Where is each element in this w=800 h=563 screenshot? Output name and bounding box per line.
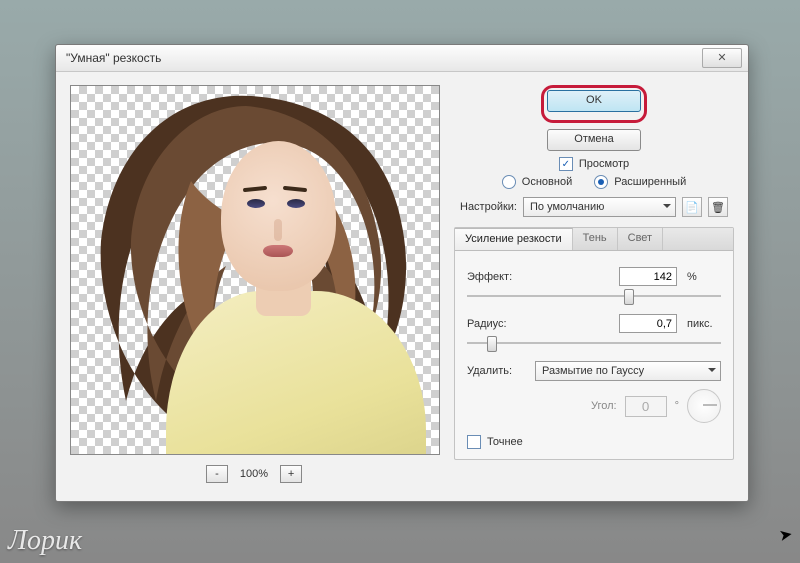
tab-bar: Усиление резкости Тень Свет	[455, 228, 733, 251]
remove-label: Удалить:	[467, 365, 525, 377]
close-icon: ✕	[717, 45, 726, 71]
preview-checkbox[interactable]: ✓	[559, 157, 573, 171]
amount-slider[interactable]	[467, 288, 721, 304]
close-button[interactable]: ✕	[702, 48, 742, 68]
face-shape	[221, 141, 336, 291]
portrait-image	[71, 86, 439, 454]
zoom-value: 100%	[240, 468, 268, 480]
trash-icon: 🗑	[711, 201, 725, 214]
settings-select[interactable]: По умолчанию	[523, 197, 676, 217]
amount-row: Эффект: %	[467, 267, 721, 286]
zoom-in-button[interactable]: +	[280, 465, 302, 483]
cancel-button[interactable]: Отмена	[547, 129, 641, 151]
watermark: Лорик	[8, 525, 82, 557]
radius-slider[interactable]	[467, 335, 721, 351]
ok-highlight: OK	[541, 85, 647, 123]
angle-dial	[687, 389, 721, 423]
mode-basic-label: Основной	[522, 176, 572, 188]
mode-basic-radio[interactable]	[502, 175, 516, 189]
tab-shadow[interactable]: Тень	[573, 228, 618, 250]
tab-pane: Эффект: % Радиус: пикс.	[455, 251, 733, 459]
settings-label: Настройки:	[460, 201, 517, 213]
ok-button[interactable]: OK	[547, 90, 641, 112]
plus-icon: +	[288, 468, 294, 480]
remove-value: Размытие по Гауссу	[542, 365, 644, 377]
zoom-controls: - 100% +	[70, 463, 438, 485]
angle-unit: °	[675, 400, 679, 412]
cursor-icon: ➤	[777, 524, 794, 546]
delete-preset-button[interactable]: 🗑	[708, 197, 728, 217]
controls-panel: OK Отмена ✓ Просмотр Основной Расширенны…	[454, 85, 734, 460]
radius-row: Радиус: пикс.	[467, 314, 721, 333]
zoom-out-button[interactable]: -	[206, 465, 228, 483]
tab-highlight[interactable]: Свет	[618, 228, 663, 250]
amount-unit: %	[687, 271, 721, 283]
settings-row: Настройки: По умолчанию 📄 🗑	[454, 195, 734, 219]
angle-input	[625, 396, 667, 417]
settings-value: По умолчанию	[530, 201, 604, 213]
smart-sharpen-dialog: "Умная" резкость ✕	[55, 44, 749, 502]
minus-icon: -	[215, 468, 219, 480]
accurate-label: Точнее	[487, 436, 523, 448]
dialog-body: - 100% + OK Отмена ✓ Просмотр Основной	[56, 71, 748, 501]
remove-row: Удалить: Размытие по Гауссу	[467, 361, 721, 381]
save-preset-button[interactable]: 📄	[682, 197, 702, 217]
radius-input[interactable]	[619, 314, 677, 333]
mode-row: Основной Расширенный	[454, 175, 734, 189]
radius-label: Радиус:	[467, 318, 525, 330]
amount-input[interactable]	[619, 267, 677, 286]
angle-row: Угол: °	[467, 389, 721, 423]
remove-select[interactable]: Размытие по Гауссу	[535, 361, 721, 381]
preview-label: Просмотр	[579, 158, 629, 170]
desktop: "Умная" резкость ✕	[0, 0, 800, 563]
window-title: "Умная" резкость	[66, 45, 702, 71]
amount-label: Эффект:	[467, 271, 525, 283]
sharpen-group: Усиление резкости Тень Свет Эффект: %	[454, 227, 734, 460]
image-preview[interactable]	[70, 85, 440, 455]
titlebar[interactable]: "Умная" резкость ✕	[56, 45, 748, 72]
tab-sharpen[interactable]: Усиление резкости	[455, 228, 573, 250]
accurate-row: ✓ Точнее	[467, 435, 721, 449]
preview-toggle-row: ✓ Просмотр	[454, 157, 734, 171]
mode-advanced-label: Расширенный	[614, 176, 686, 188]
radius-unit: пикс.	[687, 318, 721, 330]
accurate-checkbox[interactable]: ✓	[467, 435, 481, 449]
save-icon: 📄	[685, 201, 699, 214]
mode-advanced-radio[interactable]	[594, 175, 608, 189]
angle-label: Угол:	[591, 400, 617, 412]
